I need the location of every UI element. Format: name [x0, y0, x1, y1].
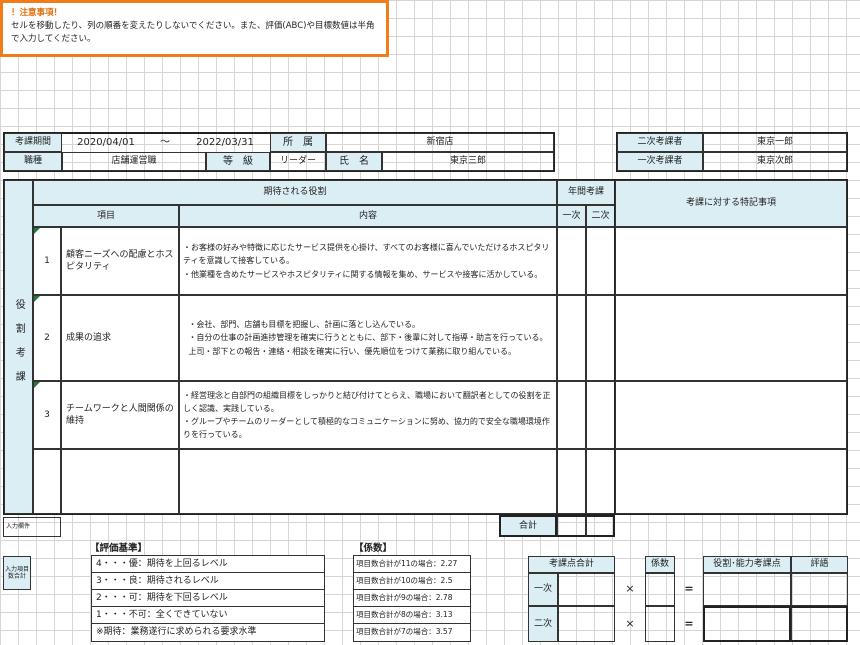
row-4-notes[interactable] — [615, 449, 847, 514]
row-4-second-score[interactable] — [586, 449, 615, 514]
coefficient-header: 係数 — [645, 556, 675, 573]
coefficient-item-3: 項目数合計が9の場合：2.78 — [354, 590, 470, 607]
comment-marker-icon — [34, 228, 40, 234]
side-label-cell: 役割考課 — [4, 180, 33, 514]
row-3-number: 3 — [33, 381, 61, 449]
row-1-notes[interactable] — [615, 227, 847, 295]
row-4-number[interactable] — [33, 449, 61, 514]
criteria-item-4: 1・・・不可：全くできていない — [92, 607, 324, 624]
expected-roles-header: 期待される役割 — [33, 180, 557, 205]
item-column-header: 項目 — [33, 205, 179, 227]
criteria-item-2: 3・・・良：期待されるレベル — [92, 573, 324, 590]
affiliation-label: 所 属 — [270, 133, 326, 152]
coefficient-item-5: 項目数合計が7の場合：3.57 — [356, 627, 453, 637]
row-1-number: 1 — [33, 227, 61, 295]
row-1-first-score[interactable] — [557, 227, 586, 295]
total-second-score — [586, 515, 615, 537]
input-field-label: 入力欄件 — [3, 517, 61, 537]
period-start[interactable]: 2020/04/01 — [62, 133, 150, 152]
criteria-item-5: ※期待：業務遂行に求められる要求水準 — [96, 627, 257, 638]
second-role-ability-score — [703, 606, 791, 642]
row-2-notes[interactable] — [615, 295, 847, 381]
row-3-second-score[interactable] — [586, 381, 615, 449]
row-3-notes[interactable] — [615, 381, 847, 449]
job-value[interactable]: 店舗運営職 — [62, 152, 206, 171]
first-equals-sign: = — [684, 582, 694, 596]
row-2-content: ・会社、部門、店舗も目標を把握し、計画に落とし込んでいる。 ・自分の仕事の計画進… — [179, 295, 557, 381]
side-label: 役割考課 — [13, 299, 25, 395]
second-row-label: 二次 — [528, 606, 558, 642]
first-row-label: 一次 — [528, 573, 558, 606]
grade-label: 等 級 — [206, 152, 270, 171]
row-4-item[interactable] — [61, 449, 179, 514]
first-times-sign: × — [625, 582, 635, 596]
name-value[interactable]: 東京三郎 — [382, 152, 554, 171]
content-column-header: 内容 — [179, 205, 557, 227]
comment-marker-icon — [34, 382, 40, 388]
second-eval-header: 二次 — [586, 205, 615, 227]
row-1-second-score[interactable] — [586, 227, 615, 295]
coefficient-title: 【係数】 — [354, 543, 393, 554]
coefficient-item-4: 項目数合計が8の場合：3.13 — [354, 607, 470, 624]
total-label: 合計 — [499, 515, 557, 537]
affiliation-value[interactable]: 新宿店 — [326, 133, 554, 152]
rating-header: 評語 — [791, 556, 848, 573]
primary-evaluator-label: 一次考課者 — [617, 152, 703, 171]
secondary-evaluator-label: 二次考課者 — [617, 133, 703, 152]
second-times-sign: × — [625, 616, 635, 630]
primary-evaluator-value[interactable]: 東京次郎 — [703, 152, 847, 171]
second-equals-sign: = — [684, 616, 694, 630]
total-first-score — [557, 515, 586, 537]
row-3-first-score[interactable] — [557, 381, 586, 449]
criteria-item-3: 2・・・可：期待を下回るレベル — [92, 590, 324, 607]
name-label: 氏 名 — [326, 152, 382, 171]
row-4-content[interactable] — [179, 449, 557, 514]
notice-title: ！注意事項！ — [11, 8, 63, 18]
period-separator: ～ — [160, 136, 170, 148]
second-coefficient — [645, 606, 675, 642]
grade-value[interactable]: リーダー — [270, 152, 326, 171]
row-4-first-score[interactable] — [557, 449, 586, 514]
first-eval-header: 一次 — [557, 205, 586, 227]
comment-marker-icon — [34, 296, 40, 302]
criteria-title: 【評価基準】 — [90, 543, 148, 554]
second-total-points — [558, 606, 615, 642]
first-rating — [791, 573, 848, 606]
period-label: 考課期間 — [4, 133, 62, 152]
coefficient-item-1: 項目数合計が11の場合：2.27 — [354, 556, 470, 573]
row-1-item: 顧客ニーズへの配慮とホスピタリティ — [61, 227, 179, 295]
second-rating — [791, 606, 848, 642]
period-end[interactable]: 2022/03/31 — [180, 133, 270, 152]
job-label: 職種 — [4, 152, 62, 171]
first-role-ability-score — [703, 573, 791, 606]
row-2-first-score[interactable] — [557, 295, 586, 381]
row-2-item: 成果の追求 — [61, 295, 179, 381]
secondary-evaluator-value[interactable]: 東京一郎 — [703, 133, 847, 152]
first-coefficient — [645, 573, 675, 606]
row-3-content: ・経営理念と自部門の組織目標をしっかりと結び付けてとらえ、職場において翻訳者とし… — [179, 381, 557, 449]
notice-box: ！注意事項！ セルを移動したり、列の順番を変えたりしないでください。また、評価(… — [0, 0, 389, 57]
first-total-points — [558, 573, 615, 606]
row-1-content: ・お客様の好みや特徴に応じたサービス提供を心掛け、すべてのお客様に喜んでいただけ… — [179, 227, 557, 295]
coefficient-item-2: 項目数合計が10の場合：2.5 — [354, 573, 470, 590]
row-3-item: チームワークと人間関係の維持 — [61, 381, 179, 449]
notes-header: 考課に対する特記事項 — [615, 180, 847, 227]
annual-eval-header: 年間考課 — [557, 180, 615, 205]
role-ability-score-header: 役割･能力考課点 — [703, 556, 791, 573]
total-points-header: 考課点合計 — [528, 556, 615, 573]
row-2-number: 2 — [33, 295, 61, 381]
row-2-second-score[interactable] — [586, 295, 615, 381]
criteria-side-label: 入力項目数合計 — [3, 556, 31, 590]
notice-line-1: セルを移動したり、列の順番を変えたりしないでください。また、評価(ABC)や目標… — [11, 20, 375, 31]
notice-line-2: で入力してください。 — [11, 33, 96, 44]
criteria-item-1: 4・・・優：期待を上回るレベル — [92, 556, 324, 573]
